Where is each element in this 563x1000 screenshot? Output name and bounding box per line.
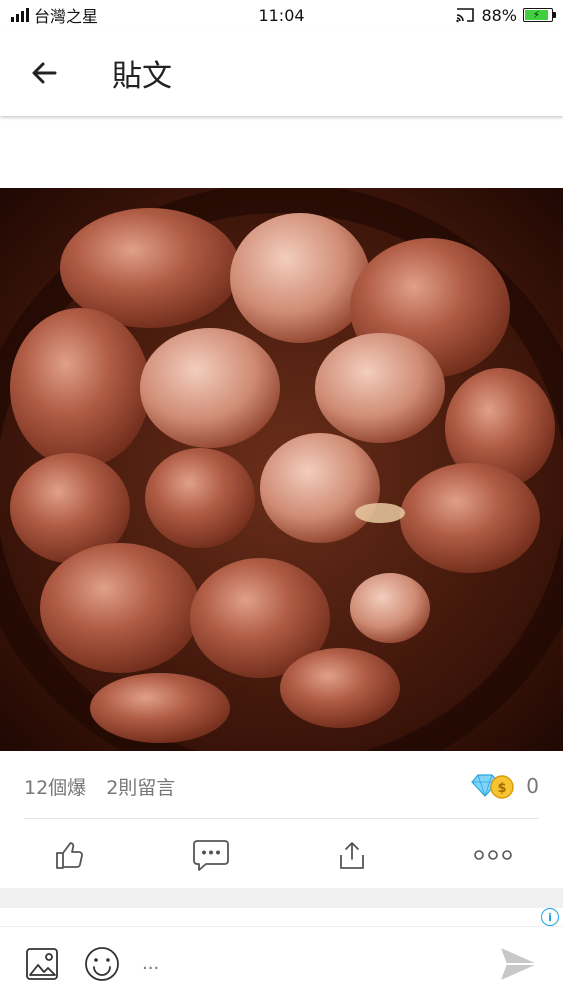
battery-level: ⚡ bbox=[525, 10, 548, 21]
add-image-button[interactable] bbox=[22, 944, 62, 984]
back-button[interactable] bbox=[24, 53, 64, 93]
emoji-button[interactable] bbox=[82, 944, 122, 984]
stats-row: 12個爆 2則留言 $ 0 bbox=[0, 760, 563, 812]
post-image[interactable] bbox=[0, 188, 563, 751]
divider bbox=[24, 818, 539, 819]
comments-count[interactable]: 2則留言 bbox=[106, 773, 175, 800]
ad-info-icon[interactable]: i bbox=[541, 908, 559, 926]
share-icon bbox=[339, 842, 364, 869]
diamond-coin-icon: $ bbox=[471, 774, 514, 799]
comment-bar bbox=[0, 926, 563, 1000]
thumbs-up-icon bbox=[56, 842, 84, 869]
diamond-count: 0 bbox=[526, 774, 539, 798]
status-bar: 台灣之星 11:04 88% ⚡ bbox=[0, 0, 563, 30]
smiley-icon bbox=[85, 946, 119, 981]
comment-input[interactable] bbox=[142, 953, 497, 974]
battery-icon: ⚡ bbox=[523, 8, 556, 22]
app-bar: 貼文 bbox=[0, 30, 563, 116]
more-button[interactable] bbox=[463, 830, 523, 880]
image-icon bbox=[26, 947, 58, 980]
likes-count[interactable]: 12個爆 bbox=[24, 773, 86, 800]
send-button[interactable] bbox=[497, 942, 541, 986]
section-separator bbox=[0, 888, 563, 908]
share-button[interactable] bbox=[322, 830, 382, 880]
diamond-coin-group[interactable]: $ 0 bbox=[468, 772, 539, 800]
comment-button[interactable] bbox=[181, 830, 241, 880]
svg-text:$: $ bbox=[498, 781, 507, 796]
like-button[interactable] bbox=[40, 830, 100, 880]
action-row bbox=[0, 822, 563, 888]
chat-bubble-icon bbox=[193, 840, 230, 871]
more-icon bbox=[473, 850, 512, 860]
send-icon bbox=[501, 947, 537, 980]
status-time: 11:04 bbox=[258, 5, 305, 25]
arrow-left-icon bbox=[32, 62, 57, 84]
page-title: 貼文 bbox=[112, 59, 172, 94]
braised-pork-photo bbox=[0, 188, 563, 751]
